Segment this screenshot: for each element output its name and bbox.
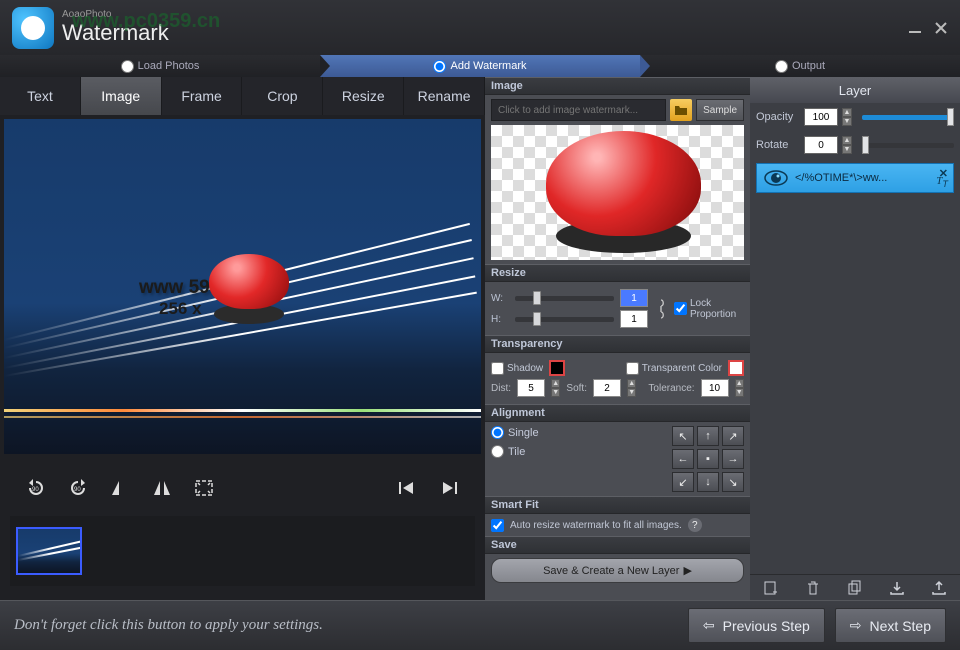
tab-rename[interactable]: Rename: [404, 77, 485, 115]
preview-dimensions: 256 x: [159, 299, 202, 319]
align-top-left[interactable]: ↖: [672, 426, 694, 446]
export-layer-icon[interactable]: [931, 580, 947, 596]
layer-footer: [750, 574, 960, 600]
height-slider[interactable]: [515, 317, 614, 322]
tabs: Text Image Frame Crop Resize Rename: [0, 77, 485, 115]
soft-input[interactable]: [593, 379, 621, 397]
footer-hint: Don't forget click this button to apply …: [14, 617, 323, 634]
align-left[interactable]: ←: [672, 449, 694, 469]
align-tile-radio[interactable]: [491, 445, 504, 458]
align-right[interactable]: →: [722, 449, 744, 469]
layer-panel-header: Layer: [750, 77, 960, 103]
duplicate-layer-icon[interactable]: [847, 580, 863, 596]
tolerance-input[interactable]: [701, 379, 729, 397]
step-load-radio[interactable]: [121, 60, 134, 73]
fullscreen-icon[interactable]: [194, 479, 214, 497]
flip-vertical-icon[interactable]: [152, 479, 172, 497]
step-load-photos[interactable]: Load Photos: [0, 55, 320, 77]
rotate-input[interactable]: [804, 136, 838, 154]
align-bottom[interactable]: ↓: [697, 472, 719, 492]
alignment-panel-header: Alignment: [485, 404, 750, 422]
footer: Don't forget click this button to apply …: [0, 600, 960, 650]
width-input[interactable]: [620, 289, 648, 307]
align-top[interactable]: ↑: [697, 426, 719, 446]
tab-image[interactable]: Image: [81, 77, 162, 115]
prev-image-icon[interactable]: [397, 479, 417, 497]
rotate-right-icon[interactable]: 90: [68, 479, 88, 497]
background-watermark-text: www.pc0359.cn: [72, 10, 220, 33]
step-bar: Load Photos Add Watermark Output: [0, 55, 960, 77]
thumbnails[interactable]: [10, 516, 475, 586]
titlebar: AoaoPhoto Watermark www.pc0359.cn: [0, 0, 960, 55]
thumbnail-item[interactable]: [16, 527, 82, 575]
flip-horizontal-icon[interactable]: [110, 479, 130, 497]
tab-resize[interactable]: Resize: [323, 77, 404, 115]
smartfit-checkbox[interactable]: [491, 519, 504, 532]
image-panel-header: Image: [485, 77, 750, 95]
close-icon[interactable]: [934, 21, 948, 35]
opacity-slider[interactable]: [862, 115, 954, 120]
width-slider[interactable]: [515, 296, 614, 301]
browse-button[interactable]: [670, 99, 692, 121]
tab-text[interactable]: Text: [0, 77, 81, 115]
import-layer-icon[interactable]: [889, 580, 905, 596]
smartfit-panel-header: Smart Fit: [485, 496, 750, 514]
transparent-color-checkbox[interactable]: [626, 362, 639, 375]
align-bottom-right[interactable]: ↘: [722, 472, 744, 492]
align-single-radio[interactable]: [491, 426, 504, 439]
svg-text:90: 90: [74, 487, 81, 493]
layer-item[interactable]: </%OTIME*\>ww... ✕ TT: [756, 163, 954, 193]
resize-panel-header: Resize: [485, 264, 750, 282]
watermark-path-input[interactable]: [491, 99, 666, 121]
align-bottom-left[interactable]: ↙: [672, 472, 694, 492]
height-input[interactable]: [620, 310, 648, 328]
tab-frame[interactable]: Frame: [162, 77, 243, 115]
step-output[interactable]: Output: [640, 55, 960, 77]
eye-icon[interactable]: [763, 170, 789, 186]
opacity-input[interactable]: [804, 108, 838, 126]
step-add-watermark[interactable]: Add Watermark: [320, 55, 640, 77]
preview-toolbar: 90 90: [0, 468, 485, 508]
alignment-grid: ↖ ↑ ↗ ← ▪ → ↙ ↓ ↘: [672, 426, 744, 492]
align-top-right[interactable]: ↗: [722, 426, 744, 446]
shadow-checkbox[interactable]: [491, 362, 504, 375]
next-image-icon[interactable]: [439, 479, 459, 497]
dist-input[interactable]: [517, 379, 545, 397]
help-icon[interactable]: ?: [688, 518, 702, 532]
opacity-label: Opacity: [756, 111, 800, 123]
sample-button[interactable]: Sample: [696, 99, 744, 121]
logo-icon: [12, 7, 54, 49]
next-step-button[interactable]: ⇨Next Step: [835, 608, 946, 643]
transparency-panel-header: Transparency: [485, 335, 750, 353]
minimize-icon[interactable]: [908, 21, 922, 35]
layer-type-icon: TT: [936, 175, 948, 189]
layer-item-label: </%OTIME*\>ww...: [795, 172, 887, 184]
new-layer-icon[interactable]: [763, 580, 779, 596]
save-panel-header: Save: [485, 536, 750, 554]
preview-canvas[interactable]: www 59.cn 256 x: [4, 119, 481, 454]
tab-crop[interactable]: Crop: [242, 77, 323, 115]
preview-watermark-image[interactable]: [204, 254, 294, 324]
watermark-preview: [491, 125, 744, 260]
link-icon: [654, 298, 668, 320]
shadow-color-swatch[interactable]: [549, 360, 565, 376]
rotate-slider[interactable]: [862, 143, 954, 148]
align-center[interactable]: ▪: [697, 449, 719, 469]
step-output-radio[interactable]: [775, 60, 788, 73]
delete-layer-icon[interactable]: [805, 580, 821, 596]
step-add-radio[interactable]: [433, 60, 446, 73]
lock-proportion-checkbox[interactable]: [674, 302, 687, 315]
save-layer-button[interactable]: Save & Create a New Layer▶: [491, 558, 744, 583]
previous-step-button[interactable]: ⇦Previous Step: [688, 608, 825, 643]
rotate-label: Rotate: [756, 139, 800, 151]
transparent-color-swatch[interactable]: [728, 360, 744, 376]
rotate-left-icon[interactable]: 90: [26, 479, 46, 497]
svg-text:90: 90: [32, 487, 39, 493]
